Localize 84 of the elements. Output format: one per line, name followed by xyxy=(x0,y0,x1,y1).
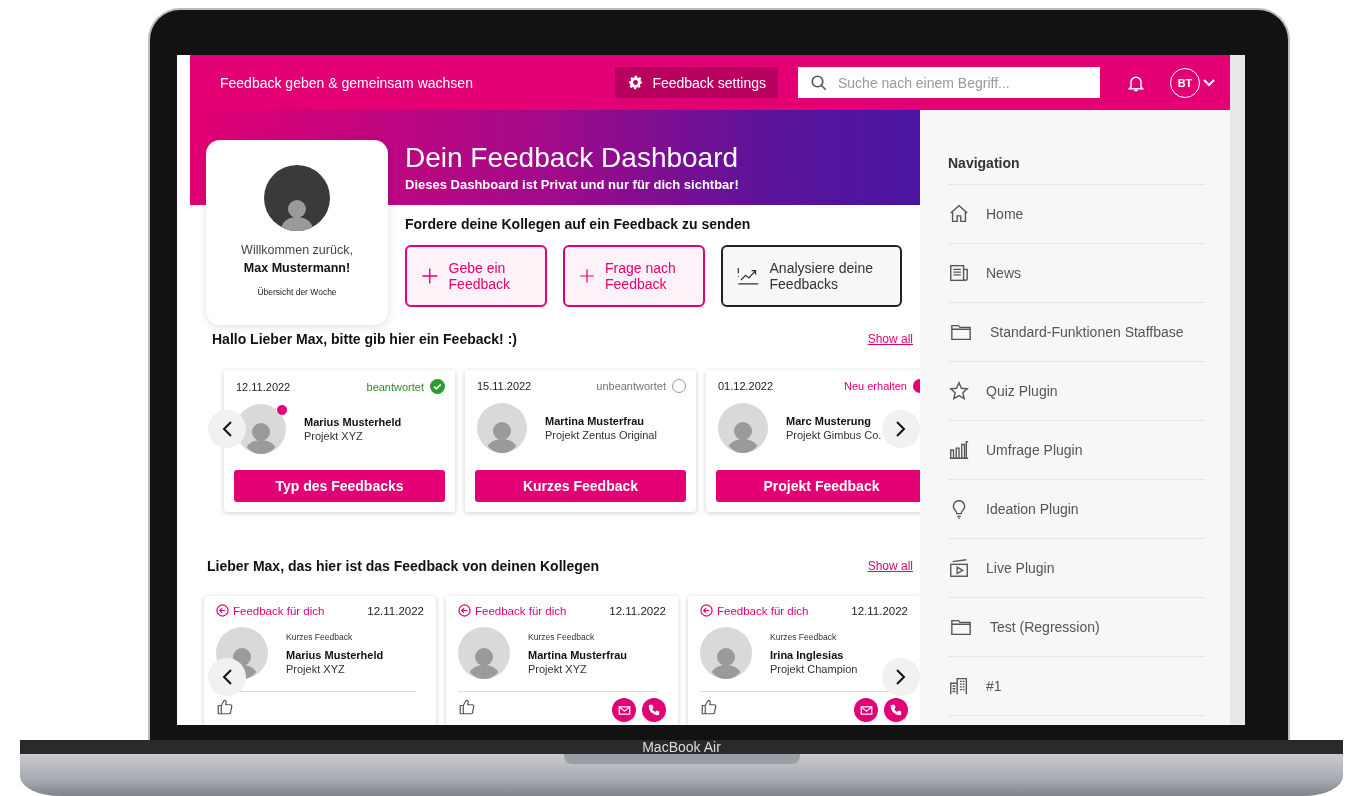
thumbs-up-icon xyxy=(700,698,718,716)
mail-button[interactable] xyxy=(854,698,878,722)
feedback-type-button[interactable]: Kurzes Feedback xyxy=(475,470,686,502)
arrow-circle-icon xyxy=(216,604,229,617)
feedback-for-you-link[interactable]: Feedback für dich xyxy=(216,604,325,617)
project-name: Projekt Zentus Original xyxy=(545,429,657,441)
feedback-type: Kurzes Feedback xyxy=(528,631,596,642)
person-name: Marc Musterung xyxy=(786,415,872,427)
nav-item[interactable]: Standard-Funktionen Staffbase xyxy=(948,303,1205,362)
project-name: Projekt XYZ xyxy=(286,662,346,675)
search-field[interactable]: Suche nach einem Begriff... xyxy=(798,67,1100,98)
status-label: Neu erhalten xyxy=(844,380,907,392)
card-date: 15.11.2022 xyxy=(477,380,532,392)
status-label: beantwortet xyxy=(366,380,424,393)
analyze-button[interactable]: Analysiere deine Feedbacks xyxy=(721,245,902,307)
bar-chart-icon xyxy=(948,439,970,461)
feedback-type-button[interactable]: Typ des Feedbacks xyxy=(234,470,445,502)
phone-button[interactable] xyxy=(642,698,666,722)
add-feedback-button[interactable]: Frage nach Feedback xyxy=(563,245,705,307)
project-name: Projekt XYZ xyxy=(304,430,364,442)
welcome-text: Willkommen zurück, xyxy=(241,243,353,257)
card-date: 12.11.2022 xyxy=(609,604,666,617)
card-date: 12.11.2022 xyxy=(236,380,291,393)
project-name: Projekt Gimbus Co. xyxy=(786,429,882,441)
thumbs-up-icon xyxy=(216,698,234,716)
avatar-silhouette-icon xyxy=(279,197,315,231)
phone-icon xyxy=(890,704,902,716)
weekly-overview-link[interactable]: Übersicht der Woche xyxy=(257,287,337,297)
nav-item[interactable]: News xyxy=(948,244,1205,303)
arrow-circle-icon xyxy=(700,604,713,617)
feedback-for-you-link[interactable]: Feedback für dich xyxy=(458,604,567,617)
person-name: Marius Musterheld xyxy=(286,648,384,661)
card-date: 12.11.2022 xyxy=(367,604,424,617)
feedback-type: Kurzes Feedback xyxy=(286,631,354,642)
person-name: Marius Musterheld xyxy=(304,416,402,428)
feedback-type: Kurzes Feedback xyxy=(770,631,838,642)
chevron-left-icon xyxy=(221,420,233,438)
status-label: unbeantwortet xyxy=(596,380,666,392)
request-heading: Fordere deine Kollegen auf ein Feedback zu senden xyxy=(405,216,752,232)
chevron-left-icon xyxy=(221,668,233,686)
settings-button[interactable]: Feedback settings xyxy=(615,67,778,98)
chevron-right-icon xyxy=(895,420,907,438)
app-title: Feedback geben & gemeinsam wachsen xyxy=(220,74,474,91)
nav-item[interactable]: Home xyxy=(948,185,1205,244)
show-all-link[interactable]: Show all xyxy=(867,559,913,573)
nav-item[interactable]: #1 xyxy=(948,657,1205,716)
add-feedback-button[interactable]: Gebe ein Feedback xyxy=(405,245,547,307)
mail-button[interactable] xyxy=(612,698,636,722)
home-icon xyxy=(948,203,970,225)
nav-item[interactable]: Test (Regression) xyxy=(948,598,1205,657)
dashboard-title: Dein Feedback Dashboard xyxy=(405,142,740,174)
user-name: Max Mustermann! xyxy=(243,261,351,275)
project-name: Projekt XYZ xyxy=(528,662,588,675)
mail-icon xyxy=(859,703,873,717)
navigation-title: Navigation xyxy=(948,155,1205,185)
nav-item[interactable]: Quiz Plugin xyxy=(948,362,1205,421)
dashboard-subtitle: Dieses Dashboard ist Privat und nur für dich sichtbar! xyxy=(405,177,740,192)
feedback-type-button[interactable]: Projekt Feedback xyxy=(716,470,920,502)
person-name: Martina Musterfrau xyxy=(528,648,628,661)
video-player-icon xyxy=(948,557,970,579)
section-heading: Hallo Lieber Max, bitte gib hier ein Feeback! :) xyxy=(212,331,517,347)
laptop-model-label: MacBook Air xyxy=(642,739,721,755)
thumbs-up-icon xyxy=(458,698,476,716)
card-date: 01.12.2022 xyxy=(718,380,774,392)
building-icon xyxy=(948,675,970,697)
person-name: Irina Inglesias xyxy=(770,648,845,661)
show-all-link[interactable]: Show all xyxy=(867,332,913,346)
person-name: Martina Musterfrau xyxy=(545,415,646,427)
mail-icon xyxy=(617,703,631,717)
nav-item[interactable]: Live Plugin xyxy=(948,539,1205,598)
chevron-right-icon xyxy=(895,668,907,686)
nav-item[interactable]: Umfrage Plugin xyxy=(948,421,1205,480)
previous-button[interactable] xyxy=(208,410,246,448)
phone-icon xyxy=(648,704,660,716)
project-name: Projekt Champion xyxy=(770,662,858,675)
settings-icon xyxy=(627,74,645,91)
star-icon xyxy=(948,380,970,402)
section-heading: Lieber Max, das hier ist das Feedback von deinen Kollegen xyxy=(207,558,600,574)
arrow-circle-icon xyxy=(458,604,471,617)
nav-item[interactable]: Ideation Plugin xyxy=(948,480,1205,539)
phone-button[interactable] xyxy=(884,698,908,722)
card-date: 12.11.2022 xyxy=(851,604,908,617)
feedback-for-you-link[interactable]: Feedback für dich xyxy=(700,604,809,617)
newspaper-icon xyxy=(948,262,970,284)
